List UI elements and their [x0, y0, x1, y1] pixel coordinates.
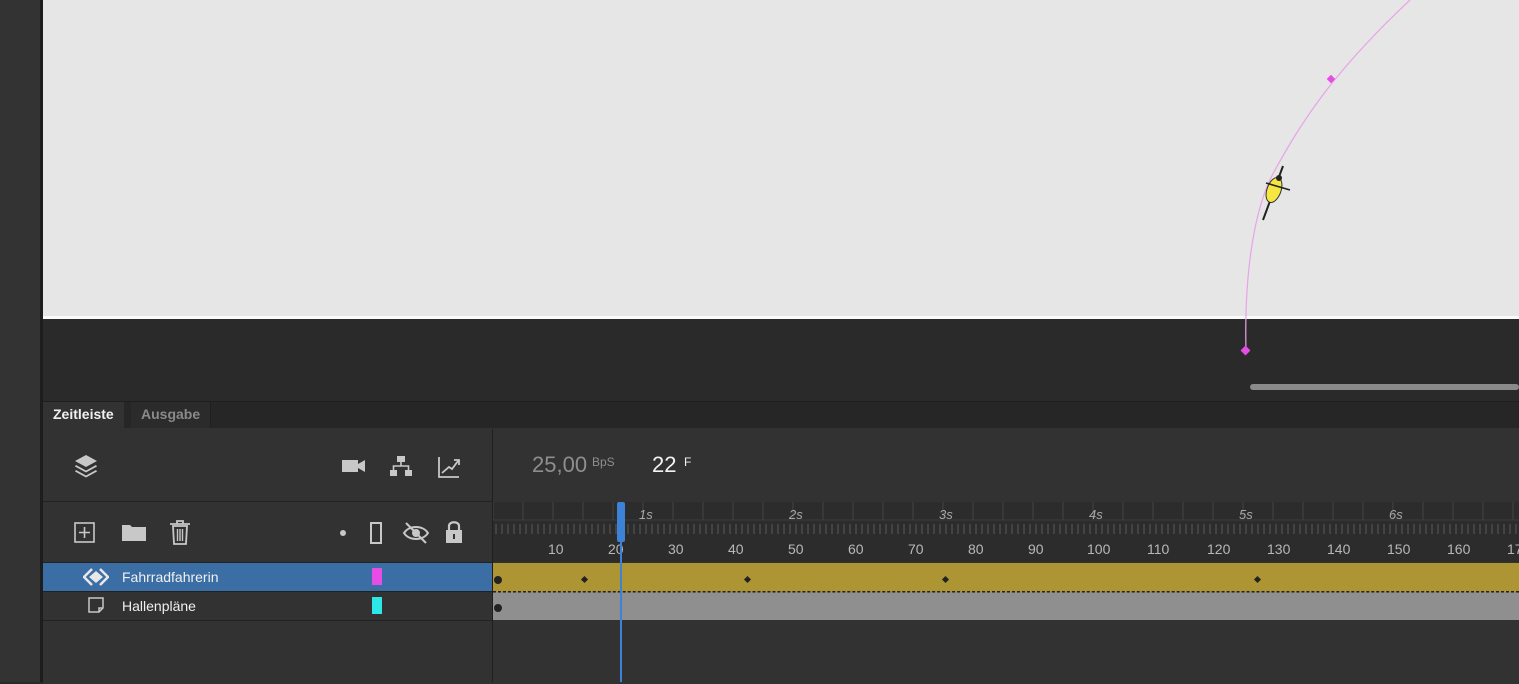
timeline-empty-area [493, 620, 1519, 682]
property-keyframe[interactable] [941, 575, 950, 584]
panel-divider[interactable] [492, 429, 493, 682]
keyframe[interactable] [494, 604, 502, 612]
layer-color-swatch[interactable] [372, 568, 382, 585]
second-label: 5s [1239, 507, 1253, 522]
playhead[interactable] [620, 502, 622, 682]
cyclist-symbol[interactable] [1262, 165, 1291, 221]
layer-header [43, 429, 492, 502]
layer-name[interactable]: Fahrradfahrerin [122, 569, 219, 585]
fps-value[interactable]: 25,00 [532, 452, 587, 478]
current-frame[interactable]: 22 [652, 452, 676, 478]
second-label: 2s [789, 507, 803, 522]
frame-label: 17 [1507, 541, 1519, 557]
layer-icon [88, 597, 104, 613]
motion-path-keyframe[interactable] [1326, 74, 1336, 84]
property-keyframe[interactable] [743, 575, 752, 584]
frame-label: 70 [908, 541, 924, 557]
outline-icon[interactable] [369, 521, 383, 545]
track-keyframes [494, 575, 1262, 612]
second-label: 3s [939, 507, 953, 522]
frame-label: 40 [728, 541, 744, 557]
motion-tween-icon [83, 568, 109, 586]
frame-label: 30 [668, 541, 684, 557]
layer-row[interactable]: Hallenpläne [43, 592, 492, 621]
second-label: 4s [1089, 507, 1103, 522]
panel-tabbar: Zeitleiste Ausgabe [43, 402, 1519, 428]
frame-label: 150 [1387, 541, 1411, 557]
frame-label: 160 [1447, 541, 1471, 557]
motion-path-keyframe[interactable] [1240, 345, 1251, 356]
frame-label: 60 [848, 541, 864, 557]
camera-icon[interactable] [341, 456, 367, 476]
second-label: 6s [1389, 507, 1403, 522]
folder-icon[interactable] [121, 522, 147, 542]
frame-label: 120 [1207, 541, 1231, 557]
motion-path-overlay [1240, 0, 1411, 356]
trash-icon[interactable] [169, 519, 191, 545]
fps-unit: BpS [592, 455, 615, 469]
frame-label: 130 [1267, 541, 1291, 557]
layer-color-swatch[interactable] [372, 597, 382, 614]
hierarchy-icon[interactable] [389, 455, 413, 477]
tab-timeline[interactable]: Zeitleiste [43, 402, 124, 428]
property-keyframe[interactable] [1253, 575, 1262, 584]
dot-icon[interactable] [339, 529, 347, 537]
layer-row[interactable]: Fahrradfahrerin [43, 563, 492, 592]
frame-label: 140 [1327, 541, 1351, 557]
frame-label: 100 [1087, 541, 1111, 557]
frame-unit: F [684, 455, 692, 469]
lock-icon[interactable] [444, 519, 464, 545]
frame-label: 50 [788, 541, 804, 557]
frame-label: 80 [968, 541, 984, 557]
tab-output[interactable]: Ausgabe [131, 402, 212, 428]
motion-path[interactable] [1245, 0, 1411, 352]
property-keyframe[interactable] [580, 575, 589, 584]
keyframe[interactable] [494, 576, 502, 584]
layer-tools [43, 502, 492, 563]
frame-label: 110 [1147, 541, 1170, 557]
layer-name[interactable]: Hallenpläne [122, 598, 196, 614]
frame-label: 90 [1028, 541, 1044, 557]
layers-icon[interactable] [73, 453, 99, 479]
add-layer-icon[interactable] [74, 522, 95, 543]
graph-icon[interactable] [437, 455, 461, 479]
layer-list-empty [43, 621, 492, 682]
frame-label: 10 [548, 541, 564, 557]
second-label: 1s [639, 507, 653, 522]
hide-icon[interactable] [402, 521, 430, 545]
horizontal-scrollbar[interactable] [1250, 384, 1519, 390]
